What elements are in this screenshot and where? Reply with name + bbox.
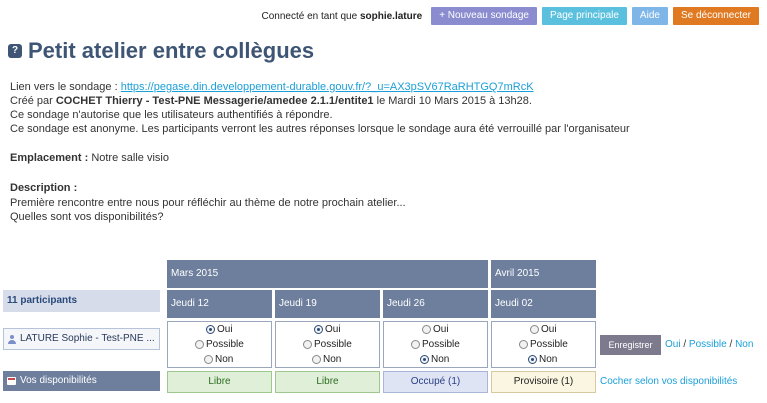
help-button[interactable]: Aide bbox=[631, 7, 668, 25]
day-header: Jeudi 26 bbox=[383, 290, 488, 318]
option-oui[interactable]: Oui bbox=[206, 324, 233, 335]
choice-cell-jeudi-12: Oui Possible Non bbox=[167, 321, 272, 368]
anonymous-note: Ce sondage est anonyme. Les participants… bbox=[10, 123, 630, 135]
logout-button[interactable]: Se déconnecter bbox=[672, 7, 759, 25]
top-bar: Connecté en tant que sophie.lature + Nou… bbox=[262, 7, 759, 25]
month-header-mars: Mars 2015 bbox=[167, 260, 488, 288]
save-button[interactable]: Enregistrer bbox=[600, 335, 661, 355]
location-line: Emplacement : Notre salle visio bbox=[10, 151, 169, 166]
option-oui[interactable]: Oui bbox=[314, 324, 341, 335]
option-oui[interactable]: Oui bbox=[422, 324, 449, 335]
connected-prefix: Connecté en tant que bbox=[261, 10, 358, 22]
description-label: Description : bbox=[10, 182, 78, 194]
separator: / bbox=[729, 339, 733, 350]
participants-count: 11 participants bbox=[3, 290, 160, 312]
choice-cell-jeudi-19: Oui Possible Non bbox=[275, 321, 380, 368]
calendar-icon bbox=[7, 377, 16, 385]
day-header: Jeudi 02 bbox=[491, 290, 596, 318]
separator: / bbox=[683, 339, 687, 350]
quick-possible-link[interactable]: Possible bbox=[689, 339, 727, 350]
option-non[interactable]: Non bbox=[420, 354, 449, 365]
option-non[interactable]: Non bbox=[312, 354, 341, 365]
choice-cell-jeudi-02: Oui Possible Non bbox=[491, 321, 596, 368]
link-label: Lien vers le sondage : bbox=[10, 81, 118, 93]
participant-name: LATURE Sophie - Test-PNE ... bbox=[3, 328, 160, 350]
radio-possible[interactable] bbox=[411, 340, 420, 349]
connected-as: Connecté en tant que sophie.lature bbox=[262, 11, 423, 22]
radio-non[interactable] bbox=[420, 355, 429, 364]
description-line: Quelles sont vos disponibilités? bbox=[10, 211, 164, 223]
created-by-line: Créé par COCHET Thierry - Test-PNE Messa… bbox=[10, 94, 532, 109]
status-badge: Libre bbox=[275, 371, 380, 393]
choice-cell-jeudi-26: Oui Possible Non bbox=[383, 321, 488, 368]
auth-note: Ce sondage n'autorise que les utilisateu… bbox=[10, 109, 333, 121]
option-oui[interactable]: Oui bbox=[530, 324, 557, 335]
radio-oui[interactable] bbox=[530, 325, 539, 334]
radio-possible[interactable] bbox=[195, 340, 204, 349]
radio-oui[interactable] bbox=[314, 325, 323, 334]
location-value: Notre salle visio bbox=[91, 152, 169, 164]
option-non[interactable]: Non bbox=[204, 354, 233, 365]
option-non[interactable]: Non bbox=[528, 354, 557, 365]
home-button[interactable]: Page principale bbox=[541, 7, 627, 25]
radio-non[interactable] bbox=[312, 355, 321, 364]
availability-label: Vos disponibilités bbox=[3, 371, 160, 391]
day-header: Jeudi 12 bbox=[167, 290, 272, 318]
creator-name: COCHET Thierry - Test-PNE Messagerie/ame… bbox=[55, 95, 374, 107]
poll-link[interactable]: https://pegase.din.developpement-durable… bbox=[121, 81, 534, 93]
created-suffix: le Mardi 10 Mars 2015 à 13h28. bbox=[376, 95, 532, 107]
description-line: Première rencontre entre nous pour réflé… bbox=[10, 197, 406, 209]
page-title: Petit atelier entre collègues bbox=[28, 38, 315, 63]
quick-oui-link[interactable]: Oui bbox=[665, 339, 681, 350]
user-icon bbox=[8, 334, 16, 344]
status-badge: Occupé (1) bbox=[383, 371, 488, 393]
poll-title-row: ? Petit atelier entre collègues bbox=[8, 38, 314, 64]
connected-user: sophie.lature bbox=[359, 10, 423, 22]
option-possible[interactable]: Possible bbox=[195, 339, 244, 350]
option-possible[interactable]: Possible bbox=[411, 339, 460, 350]
option-possible[interactable]: Possible bbox=[519, 339, 568, 350]
status-badge: Libre bbox=[167, 371, 272, 393]
new-poll-button[interactable]: + Nouveau sondage bbox=[431, 7, 537, 25]
question-icon: ? bbox=[8, 44, 22, 58]
radio-non[interactable] bbox=[528, 355, 537, 364]
quick-non-link[interactable]: Non bbox=[735, 339, 753, 350]
option-possible[interactable]: Possible bbox=[303, 339, 352, 350]
quick-select-links: Oui / Possible / Non bbox=[665, 339, 753, 350]
radio-oui[interactable] bbox=[206, 325, 215, 334]
location-label: Emplacement : bbox=[10, 152, 89, 164]
check-availability-link[interactable]: Cocher selon vos disponibilités bbox=[600, 376, 737, 387]
status-badge: Provisoire (1) bbox=[491, 371, 596, 393]
created-prefix: Créé par bbox=[10, 95, 53, 107]
poll-link-line: Lien vers le sondage : https://pegase.di… bbox=[10, 80, 534, 95]
radio-oui[interactable] bbox=[422, 325, 431, 334]
day-header: Jeudi 19 bbox=[275, 290, 380, 318]
radio-possible[interactable] bbox=[303, 340, 312, 349]
radio-non[interactable] bbox=[204, 355, 213, 364]
radio-possible[interactable] bbox=[519, 340, 528, 349]
month-header-avril: Avril 2015 bbox=[491, 260, 596, 288]
